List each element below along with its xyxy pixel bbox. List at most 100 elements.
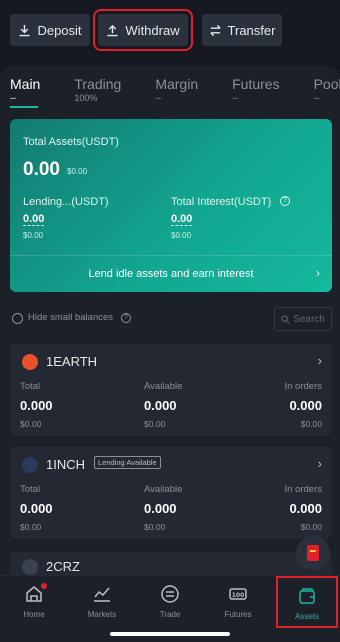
lend-cta-label: Lend idle assets and earn interest — [88, 268, 254, 280]
1earth-coin-icon — [22, 354, 38, 370]
deposit-label: Deposit — [37, 22, 82, 38]
tab-main[interactable]: Main -- — [10, 76, 40, 108]
hide-small-balances-label: Hide small balances — [28, 312, 114, 323]
tab-label: Futures — [232, 76, 280, 92]
svg-text:100: 100 — [232, 592, 245, 599]
available-value: 0.000 — [144, 398, 177, 413]
total-label: Total — [20, 484, 41, 495]
asset-name: 1INCH — [46, 457, 86, 472]
search-input[interactable]: Search — [274, 307, 332, 331]
action-bar: Deposit Withdraw Transfer — [0, 0, 340, 62]
available-label: Available — [144, 381, 183, 392]
total-value: 0.000 — [20, 501, 53, 516]
lending-usd: $0.00 — [23, 231, 44, 240]
notification-dot — [41, 583, 47, 589]
chevron-right-icon: › — [317, 456, 322, 471]
total-assets-usd: $0.00 — [67, 167, 88, 176]
interest-usd: $0.00 — [171, 231, 192, 240]
nav-home[interactable]: Home — [0, 576, 68, 628]
wallet-icon — [297, 586, 317, 606]
asset-row-1earth[interactable]: 1EARTH › Total Available In orders 0.000… — [10, 344, 332, 436]
home-indicator — [110, 632, 230, 636]
nav-label: Assets — [294, 612, 319, 621]
asset-row-1inch[interactable]: 1INCH Lending Available › Total Availabl… — [10, 447, 332, 539]
red-packet-icon — [307, 545, 319, 561]
total-label: Total — [20, 381, 41, 392]
tab-value: -- — [10, 93, 16, 103]
nav-label: Markets — [87, 610, 117, 619]
tab-margin[interactable]: Margin -- — [155, 76, 198, 108]
red-packet-button[interactable] — [296, 536, 330, 570]
tab-label: Pool- — [313, 76, 340, 92]
tab-value: -- — [155, 93, 162, 103]
nav-trade[interactable]: Trade — [136, 576, 204, 628]
total-assets-value: 0.00 — [23, 159, 60, 180]
tab-label: Trading — [74, 76, 122, 92]
futures-icon: 100 — [228, 584, 248, 604]
tab-value: -- — [232, 93, 239, 103]
total-assets-card: Total Assets(USDT) 0.00 $0.00 Lending...… — [10, 119, 332, 292]
available-usd: $0.00 — [144, 419, 166, 429]
total-usd: $0.00 — [20, 522, 42, 532]
in-orders-label: In orders — [284, 381, 323, 392]
available-value: 0.000 — [144, 501, 177, 516]
info-icon[interactable]: ? — [121, 313, 131, 323]
total-assets-label: Total Assets(USDT) — [23, 136, 119, 148]
trade-icon — [160, 584, 180, 604]
tab-label: Margin — [155, 76, 199, 92]
nav-label: Home — [23, 610, 45, 619]
hide-small-balances-toggle[interactable] — [12, 313, 23, 324]
markets-icon — [92, 584, 112, 604]
asset-row-2crz[interactable]: 2CRZ — [10, 552, 332, 575]
help-icon[interactable]: ? — [280, 196, 290, 206]
upload-icon — [107, 24, 119, 36]
in-orders-usd: $0.00 — [300, 419, 322, 429]
in-orders-value: 0.000 — [289, 398, 322, 413]
lending-available-badge: Lending Available — [94, 456, 161, 469]
chevron-right-icon: › — [317, 353, 322, 368]
in-orders-label: In orders — [284, 484, 323, 495]
asset-name: 1EARTH — [46, 354, 98, 369]
active-tab-indicator — [10, 106, 38, 108]
transfer-button[interactable]: Transfer — [202, 14, 282, 46]
transfer-icon — [209, 24, 221, 36]
available-usd: $0.00 — [144, 522, 166, 532]
search-placeholder: Search — [293, 313, 325, 325]
filter-row: Hide small balances ? Search — [10, 307, 332, 331]
nav-assets[interactable]: Assets — [276, 576, 338, 628]
asset-name: 2CRZ — [46, 559, 80, 574]
total-usd: $0.00 — [20, 419, 42, 429]
tab-pool[interactable]: Pool- -- — [314, 76, 340, 108]
chevron-right-icon: › — [316, 266, 320, 280]
in-orders-value: 0.000 — [289, 501, 322, 516]
tab-value: -- — [313, 93, 320, 103]
search-icon — [281, 314, 290, 323]
download-icon — [19, 24, 31, 36]
lend-idle-assets-link[interactable]: Lend idle assets and earn interest › — [10, 256, 332, 292]
interest-value: 0.00 — [171, 213, 193, 226]
1inch-coin-icon — [22, 457, 38, 473]
asset-header[interactable]: 1INCH Lending Available › — [10, 447, 332, 481]
tab-label: Main — [10, 76, 41, 92]
total-value: 0.000 — [20, 398, 53, 413]
home-icon — [24, 583, 47, 604]
nav-markets[interactable]: Markets — [68, 576, 136, 628]
withdraw-label: Withdraw — [125, 22, 180, 38]
lending-label: Lending...(USDT) — [23, 196, 109, 208]
lending-value: 0.00 — [23, 213, 45, 226]
nav-futures[interactable]: 100 Futures — [204, 576, 272, 628]
deposit-button[interactable]: Deposit — [10, 14, 90, 46]
available-label: Available — [144, 484, 183, 495]
in-orders-usd: $0.00 — [300, 522, 322, 532]
transfer-label: Transfer — [227, 22, 276, 38]
withdraw-button[interactable]: Withdraw — [93, 9, 193, 51]
2crz-coin-icon — [22, 559, 38, 575]
asset-header[interactable]: 1EARTH › — [10, 344, 332, 378]
tab-value: 100% — [74, 93, 98, 103]
tab-trading[interactable]: Trading 100% — [74, 76, 121, 108]
interest-label: Total Interest(USDT) — [171, 196, 272, 208]
account-tabs: Main -- Trading 100% Margin -- Futures -… — [10, 76, 340, 108]
nav-label: Futures — [224, 610, 252, 619]
nav-label: Trade — [159, 610, 181, 619]
tab-futures[interactable]: Futures -- — [232, 76, 279, 108]
